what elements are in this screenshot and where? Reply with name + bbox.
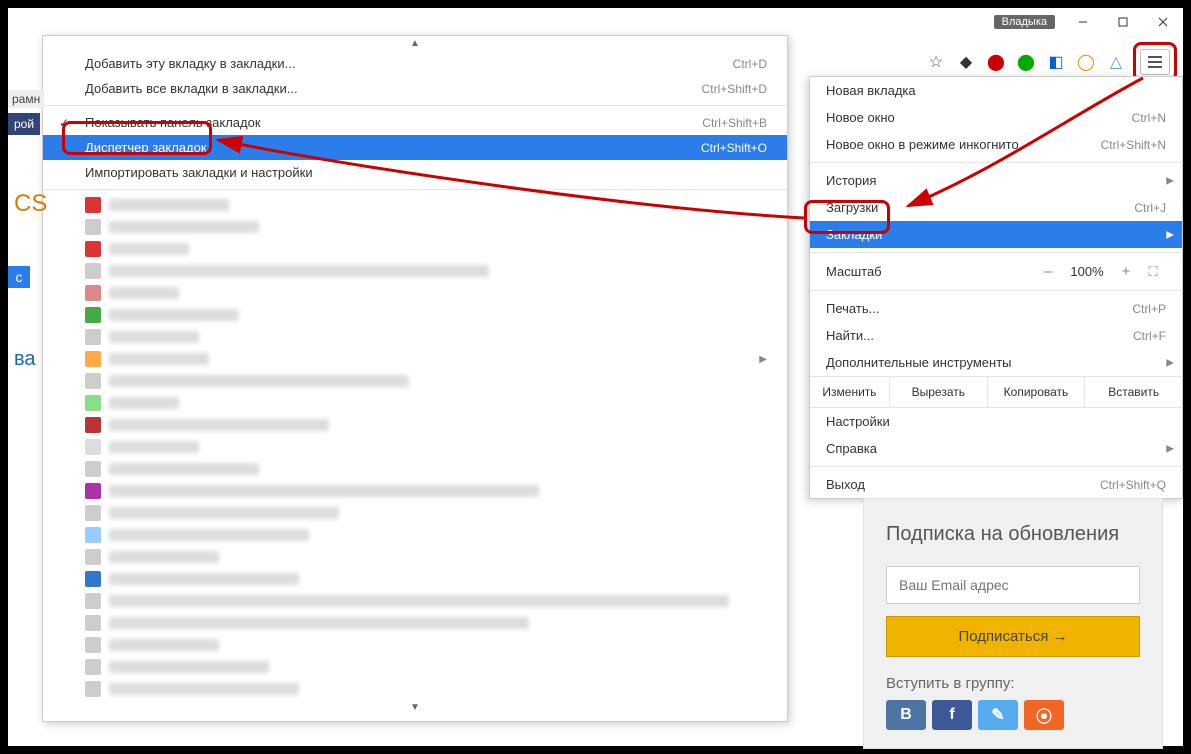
user-badge: Владыка xyxy=(994,15,1055,29)
bookmark-item[interactable] xyxy=(43,326,787,348)
extension-icon-1[interactable]: ⬤ xyxy=(983,49,1009,75)
bookmark-item[interactable] xyxy=(43,524,787,546)
submenu-scroll-up[interactable]: ▲ xyxy=(43,36,787,51)
bookmark-item[interactable] xyxy=(43,370,787,392)
group-title: Вступить в группу: xyxy=(886,675,1140,692)
bookmark-item[interactable] xyxy=(43,414,787,436)
page-fragment: ва xyxy=(14,348,36,371)
menu-copy[interactable]: Копировать xyxy=(988,377,1086,407)
zoom-out-button[interactable]: – xyxy=(1034,263,1062,280)
hamburger-menu-button[interactable] xyxy=(1140,49,1170,75)
extension-icon-5[interactable]: △ xyxy=(1103,49,1129,75)
minimize-button[interactable] xyxy=(1063,9,1103,35)
pocket-icon[interactable]: ◆ xyxy=(953,49,979,75)
bookmark-item[interactable] xyxy=(43,304,787,326)
bookmark-item[interactable] xyxy=(43,194,787,216)
subscribe-button[interactable]: Подписаться → xyxy=(886,616,1140,657)
bookmark-item[interactable] xyxy=(43,436,787,458)
menu-edit-label: Изменить xyxy=(810,377,890,407)
menu-bookmarks[interactable]: Закладки▶ xyxy=(810,221,1182,248)
vk-icon[interactable]: B xyxy=(886,700,926,730)
bookmark-item[interactable] xyxy=(43,568,787,590)
bookmarks-submenu: ▲ Добавить эту вкладку в закладки...Ctrl… xyxy=(42,35,788,722)
page-fragment: с xyxy=(8,266,30,288)
bookmark-item[interactable] xyxy=(43,678,787,700)
menu-history[interactable]: История▶ xyxy=(810,167,1182,194)
extension-icon-4[interactable]: ◯ xyxy=(1073,49,1099,75)
maximize-button[interactable] xyxy=(1103,9,1143,35)
zoom-in-button[interactable]: + xyxy=(1112,263,1140,280)
bookmark-item[interactable] xyxy=(43,502,787,524)
menu-settings[interactable]: Настройки xyxy=(810,408,1182,435)
submenu-import[interactable]: Импортировать закладки и настройки xyxy=(43,160,787,185)
page-fragment: CS xyxy=(14,190,47,218)
menu-zoom: Масштаб – 100% + ⛶ xyxy=(810,257,1182,286)
extension-icon-2[interactable]: ⬤ xyxy=(1013,49,1039,75)
window-titlebar: Владыка xyxy=(994,8,1183,36)
bookmark-item[interactable] xyxy=(43,656,787,678)
subscribe-box: Подписка на обновления Подписаться → Вст… xyxy=(863,498,1163,749)
bookmark-item[interactable] xyxy=(43,590,787,612)
bookmark-item[interactable]: ▶ xyxy=(43,348,787,370)
zoom-value: 100% xyxy=(1062,264,1112,279)
menu-paste[interactable]: Вставить xyxy=(1085,377,1182,407)
bookmark-item[interactable] xyxy=(43,458,787,480)
menu-edit-row: Изменить Вырезать Копировать Вставить xyxy=(810,376,1182,408)
submenu-add-all[interactable]: Добавить все вкладки в закладки...Ctrl+S… xyxy=(43,76,787,101)
subscribe-title: Подписка на обновления xyxy=(886,523,1140,546)
rss-icon[interactable]: ⦿ xyxy=(1024,700,1064,730)
submenu-add-tab[interactable]: Добавить эту вкладку в закладки...Ctrl+D xyxy=(43,51,787,76)
menu-incognito[interactable]: Новое окно в режиме инкогнитоCtrl+Shift+… xyxy=(810,131,1182,158)
browser-toolbar: ☆ ◆ ⬤ ⬤ ◧ ◯ △ xyxy=(923,44,1177,80)
menu-more-tools[interactable]: Дополнительные инструменты▶ xyxy=(810,349,1182,376)
bookmark-item[interactable] xyxy=(43,546,787,568)
facebook-icon[interactable]: f xyxy=(932,700,972,730)
star-icon[interactable]: ☆ xyxy=(923,49,949,75)
menu-cut[interactable]: Вырезать xyxy=(890,377,988,407)
main-menu: Новая вкладка Новое окноCtrl+N Новое окн… xyxy=(809,76,1183,499)
bookmark-item[interactable] xyxy=(43,634,787,656)
bookmark-item[interactable] xyxy=(43,392,787,414)
menu-find[interactable]: Найти...Ctrl+F xyxy=(810,322,1182,349)
submenu-bookmark-manager[interactable]: Диспетчер закладокCtrl+Shift+O xyxy=(43,135,787,160)
bookmark-item[interactable] xyxy=(43,260,787,282)
menu-downloads[interactable]: ЗагрузкиCtrl+J xyxy=(810,194,1182,221)
page-fragment: рой xyxy=(8,113,40,135)
bookmark-item[interactable] xyxy=(43,612,787,634)
menu-new-tab[interactable]: Новая вкладка xyxy=(810,77,1182,104)
twitter-icon[interactable]: ✎ xyxy=(978,700,1018,730)
bookmark-item[interactable] xyxy=(43,480,787,502)
bookmark-item[interactable] xyxy=(43,282,787,304)
bookmark-list: ▶ xyxy=(43,194,787,700)
menu-exit[interactable]: ВыходCtrl+Shift+Q xyxy=(810,471,1182,498)
email-field[interactable] xyxy=(886,566,1140,604)
menu-print[interactable]: Печать...Ctrl+P xyxy=(810,295,1182,322)
submenu-show-bar[interactable]: ✓Показывать панель закладокCtrl+Shift+B xyxy=(43,110,787,135)
menu-help[interactable]: Справка▶ xyxy=(810,435,1182,462)
extension-icon-3[interactable]: ◧ xyxy=(1043,49,1069,75)
bookmark-item[interactable] xyxy=(43,238,787,260)
bookmark-item[interactable] xyxy=(43,216,787,238)
fullscreen-button[interactable]: ⛶ xyxy=(1140,264,1166,280)
page-fragment: рамн xyxy=(8,90,44,108)
submenu-scroll-down[interactable]: ▼ xyxy=(43,700,787,715)
close-button[interactable] xyxy=(1143,9,1183,35)
menu-new-window[interactable]: Новое окноCtrl+N xyxy=(810,104,1182,131)
